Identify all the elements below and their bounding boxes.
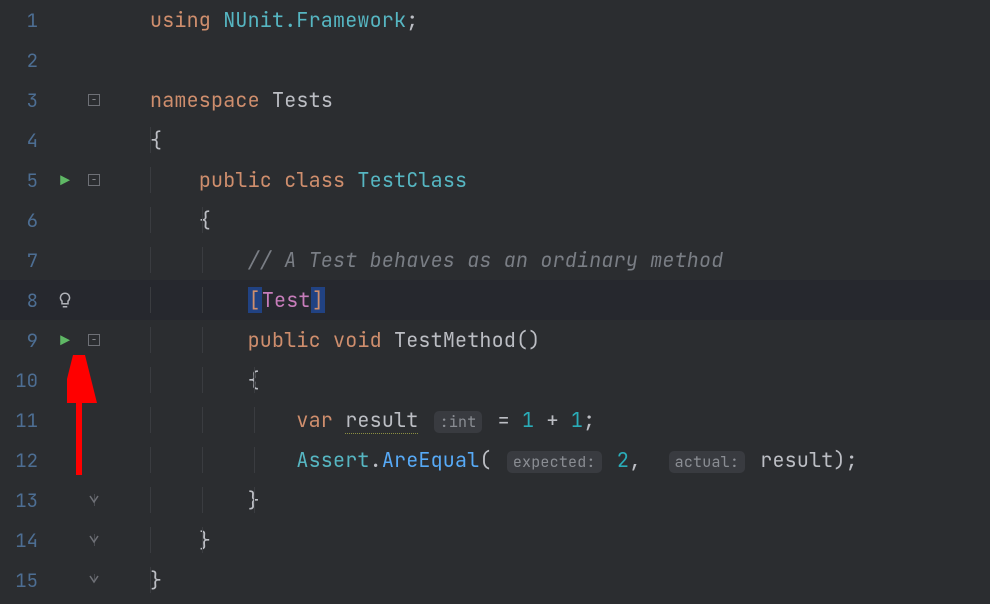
param-hint: expected:	[507, 451, 602, 473]
code-line[interactable]: 6 {	[0, 200, 990, 240]
code-line-active[interactable]: 8 [Test]	[0, 280, 990, 320]
code-line[interactable]: 13 }	[0, 480, 990, 520]
play-icon: ▶	[60, 330, 70, 351]
lightbulb-icon	[56, 291, 74, 309]
code-line[interactable]: 9 ▶ − public void TestMethod()	[0, 320, 990, 360]
line-number: 3	[0, 88, 48, 113]
line-number: 14	[0, 528, 48, 553]
fold-end-marker[interactable]	[82, 574, 106, 586]
fold-end-icon	[88, 534, 100, 546]
fold-minus-icon: −	[88, 334, 100, 346]
code-line[interactable]: 3 − namespace Tests	[0, 80, 990, 120]
line-number: 15	[0, 568, 48, 593]
code-line[interactable]: 1 using NUnit.Framework;	[0, 0, 990, 40]
line-number: 9	[0, 328, 48, 353]
code-line[interactable]: 4 {	[0, 120, 990, 160]
code-line[interactable]: 11 var result :int = 1 + 1;	[0, 400, 990, 440]
code-content[interactable]: using NUnit.Framework;	[150, 7, 990, 33]
code-line[interactable]: 15 }	[0, 560, 990, 600]
param-hint: actual:	[669, 451, 745, 473]
line-number: 6	[0, 208, 48, 233]
code-line[interactable]: 5 ▶ − public class TestClass	[0, 160, 990, 200]
line-number: 7	[0, 248, 48, 273]
run-test-button[interactable]: ▶	[48, 330, 82, 351]
code-line[interactable]: 12 Assert.AreEqual( expected: 2, actual:…	[0, 440, 990, 480]
line-number: 2	[0, 48, 48, 73]
fold-end-icon	[88, 494, 100, 506]
fold-end-marker[interactable]	[82, 494, 106, 506]
code-line[interactable]: 2	[0, 40, 990, 80]
fold-toggle[interactable]: −	[82, 94, 106, 106]
code-line[interactable]: 10 {	[0, 360, 990, 400]
code-line[interactable]: 14 }	[0, 520, 990, 560]
fold-toggle[interactable]: −	[82, 334, 106, 346]
play-icon: ▶	[60, 170, 70, 191]
type-hint: :int	[434, 411, 483, 433]
line-number: 4	[0, 128, 48, 153]
code-editor[interactable]: 1 using NUnit.Framework; 2 3 − namespace…	[0, 0, 990, 604]
fold-end-marker[interactable]	[82, 534, 106, 546]
fold-end-icon	[88, 574, 100, 586]
fold-minus-icon: −	[88, 174, 100, 186]
line-number: 8	[0, 288, 48, 313]
line-number: 11	[0, 408, 48, 433]
line-number: 1	[0, 8, 48, 33]
context-actions-button[interactable]	[48, 291, 82, 309]
code-line[interactable]: 7 // A Test behaves as an ordinary metho…	[0, 240, 990, 280]
fold-minus-icon: −	[88, 94, 100, 106]
line-number: 13	[0, 488, 48, 513]
line-number: 5	[0, 168, 48, 193]
fold-toggle[interactable]: −	[82, 174, 106, 186]
line-number: 12	[0, 448, 48, 473]
line-number: 10	[0, 368, 48, 393]
run-test-button[interactable]: ▶	[48, 170, 82, 191]
